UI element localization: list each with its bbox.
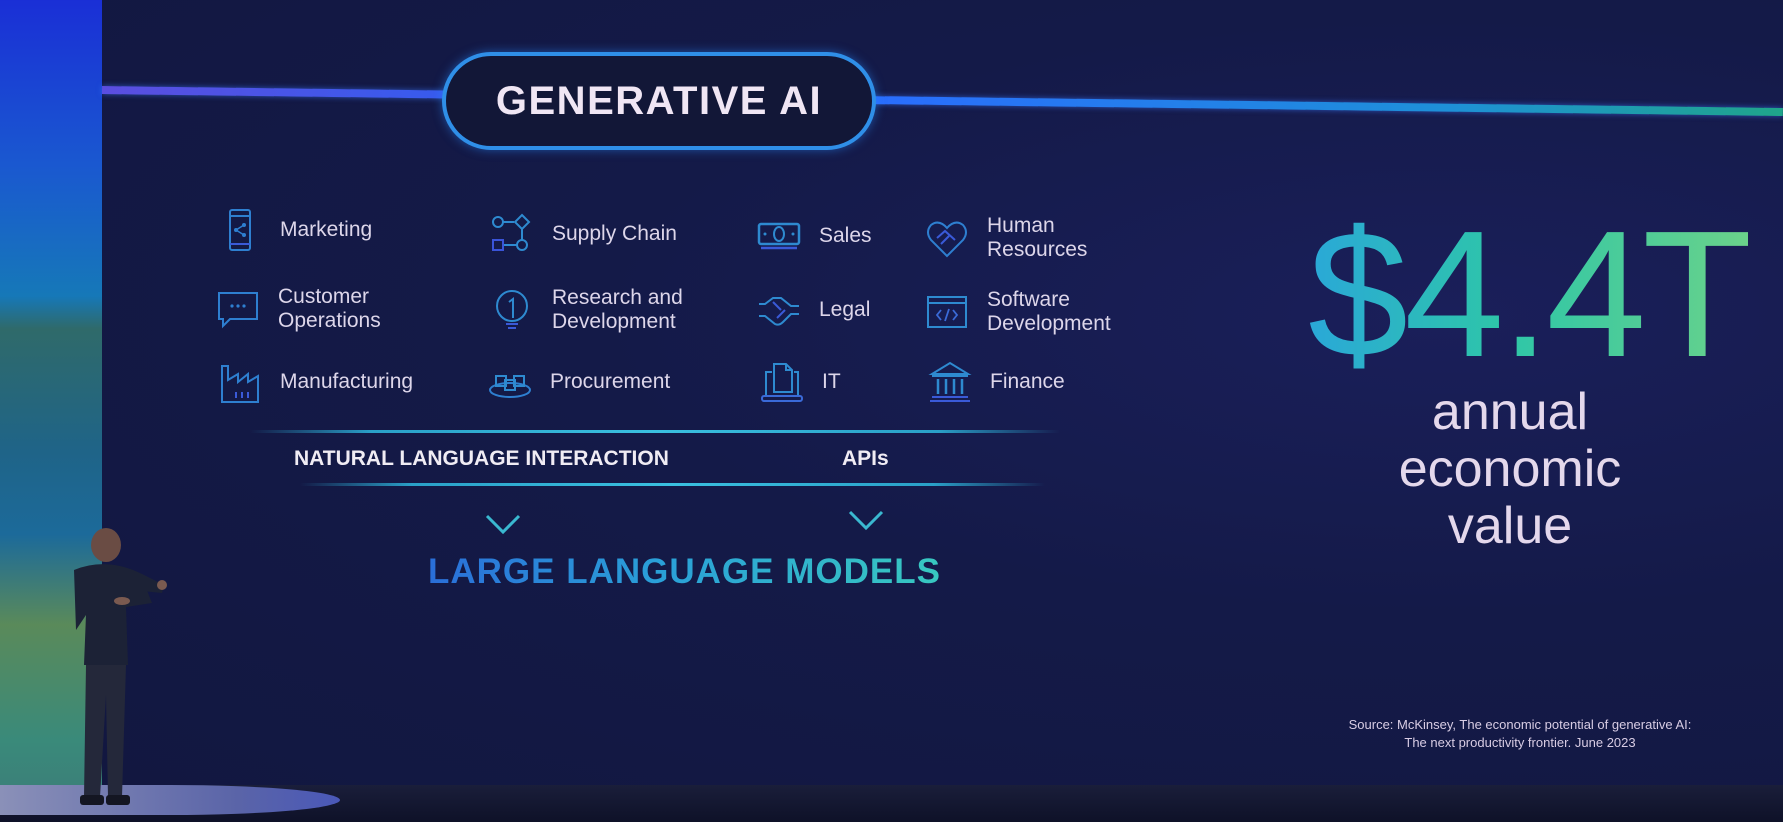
stat-value: $4.4T [1308,194,1752,395]
use-case-label: Manufacturing [280,370,414,393]
chat-bubble-icon [218,292,258,329]
use-case-customer-operations: Customer Operations [216,285,381,333]
use-case-label: Marketing [280,218,373,241]
heart-handshake-icon [927,221,967,258]
chevron-down-icon [485,514,521,535]
source-line: The next productivity frontier. June 202… [1404,735,1636,750]
use-case-label: Research and Development [552,286,683,333]
use-case-supply-chain: Supply Chain [490,212,677,256]
use-case-sales: Sales [757,214,872,258]
stat-caption-line: value [1447,497,1573,555]
interface-bottom-divider [300,483,1045,486]
presenter [74,528,167,805]
code-window-icon [927,296,967,328]
use-case-procurement: Procurement [488,360,670,404]
use-case-finance: Finance [928,360,1065,404]
interface-apis: APIs [842,447,889,470]
slide-title: GENERATIVE AI [495,78,823,123]
use-case-manufacturing: Manufacturing [218,360,413,404]
laptop-document-icon [761,363,803,402]
use-case-software-development: Software Development [925,288,1111,336]
foundation-label: LARGE LANGUAGE MODELS [428,552,941,591]
use-case-label: Procurement [550,370,671,393]
use-case-it: IT [760,360,841,404]
stat-caption-line: economic [1398,440,1622,498]
source-citation: Source: McKinsey, The economic potential… [1310,716,1730,752]
use-case-marketing: Marketing [218,208,372,252]
flow-nodes-icon [492,213,531,251]
use-case-label: Legal [819,298,871,321]
handshake-icon [759,297,799,326]
factory-icon [221,365,259,403]
title-pill: GENERATIVE AI [442,52,876,150]
use-case-label: IT [822,370,841,393]
source-line: Source: McKinsey, The economic potential… [1348,717,1692,732]
smartphone-share-icon [229,209,251,251]
use-case-label: Sales [819,224,872,247]
use-case-human-resources: Human Resources [925,214,1087,262]
banknote-icon [757,222,801,250]
stat-caption-line: annual [1431,383,1589,441]
stat-caption: annual economic value [1370,384,1650,555]
use-case-label: Supply Chain [552,222,677,245]
use-case-label: Customer Operations [278,285,381,332]
use-case-label: Software Development [987,288,1111,335]
use-case-legal: Legal [757,288,870,332]
use-case-label: Human Resources [987,214,1088,261]
interface-natural-language: NATURAL LANGUAGE INTERACTION [294,447,669,470]
bank-building-icon [928,361,972,402]
use-case-label: Finance [990,370,1065,393]
interface-top-divider [250,430,1060,433]
use-case-research-and-development: Research and Development [490,286,683,334]
boxes-platform-icon [489,375,531,398]
chevron-down-icon [848,510,884,531]
lightbulb-icon [496,290,528,329]
